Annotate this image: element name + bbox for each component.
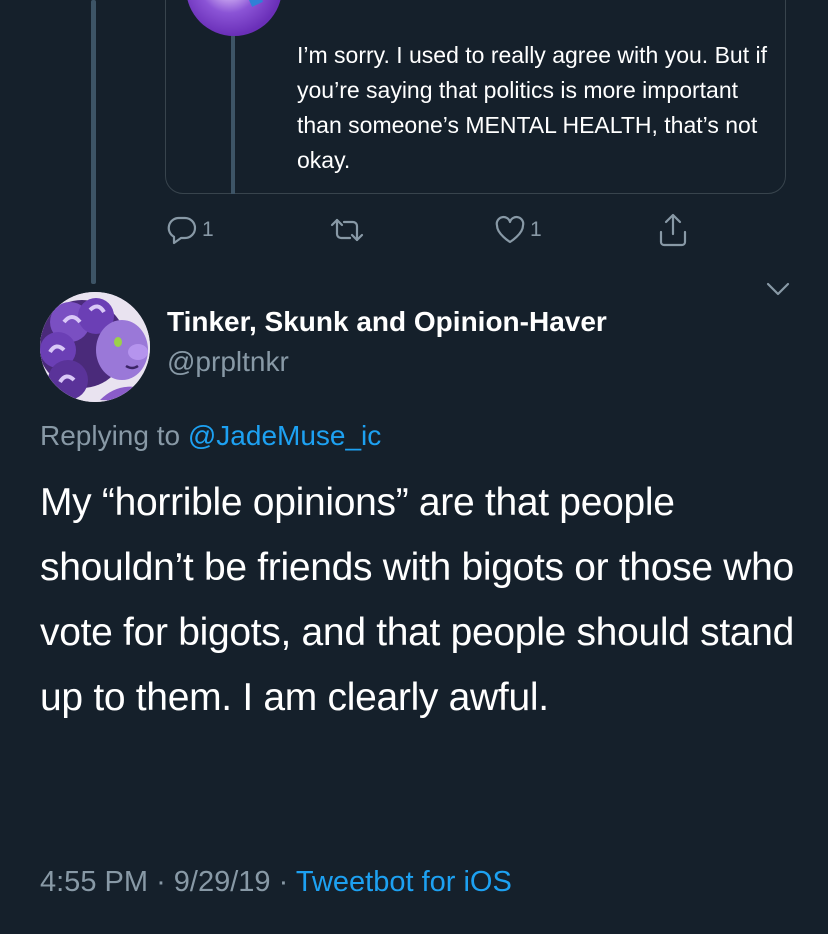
like-icon: [494, 214, 526, 246]
tweet-detail-screen: I’m sorry. I used to really agree with y…: [0, 0, 828, 934]
replying-to-line: Replying to @JadeMuse_ic: [40, 420, 381, 452]
replying-to-label: Replying to: [40, 420, 181, 451]
author-avatar-illustration: [40, 292, 150, 402]
replying-to-mention-link[interactable]: @JadeMuse_ic: [188, 420, 381, 451]
like-button[interactable]: 1: [494, 214, 542, 246]
tweet-time: 4:55 PM: [40, 866, 148, 898]
tweet-date: 9/29/19: [173, 866, 271, 898]
quoted-tweet-text: I’m sorry. I used to really agree with y…: [297, 42, 767, 173]
meta-separator: ·: [278, 866, 289, 898]
quoted-thread-line: [231, 30, 235, 194]
share-icon: [656, 212, 690, 248]
meta-separator: ·: [156, 866, 166, 898]
like-count: 1: [530, 218, 542, 241]
thread-connector-line: [91, 0, 96, 284]
chevron-down-icon[interactable]: [764, 278, 792, 303]
reply-icon: [166, 214, 198, 246]
author-avatar[interactable]: [40, 292, 150, 402]
share-button[interactable]: [656, 212, 690, 248]
tweet-source-link[interactable]: Tweetbot for iOS: [296, 866, 512, 898]
retweet-icon: [329, 214, 365, 246]
tweet-body-text: My “horrible opinions” are that people s…: [40, 481, 795, 719]
tweet-metadata: 4:55 PM · 9/29/19 · Tweetbot for iOS: [40, 866, 512, 899]
reply-button[interactable]: 1: [166, 214, 214, 246]
author-handle[interactable]: @prpltnkr: [167, 346, 289, 378]
author-display-name[interactable]: Tinker, Skunk and Opinion-Haver: [167, 306, 607, 338]
reply-count: 1: [202, 218, 214, 241]
retweet-button[interactable]: [329, 214, 369, 246]
